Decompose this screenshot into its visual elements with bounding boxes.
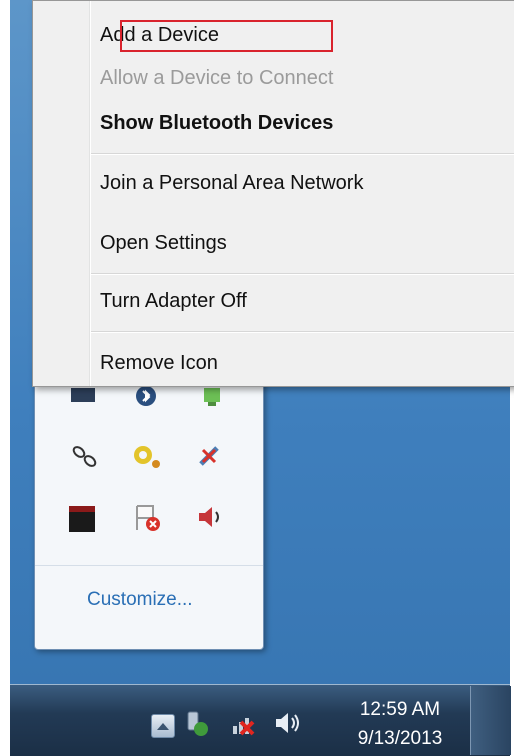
menu-item-open-settings[interactable]: Open Settings — [100, 227, 227, 259]
bluetooth-icon[interactable] — [133, 384, 159, 412]
tray-divider — [35, 565, 263, 566]
menu-separator — [91, 153, 514, 155]
taskbar-clock[interactable]: 12:59 AM 9/13/2013 — [340, 695, 460, 753]
chain-link-icon[interactable] — [69, 442, 101, 476]
customize-link[interactable]: Customize... — [87, 589, 193, 611]
bluetooth-context-menu: Add a Device Allow a Device to Connect S… — [32, 0, 514, 387]
menu-separator — [91, 273, 514, 275]
show-hidden-icons-button[interactable] — [151, 714, 175, 738]
menu-item-join-pan[interactable]: Join a Personal Area Network — [100, 167, 363, 199]
network-error-icon[interactable] — [229, 710, 257, 742]
network-disconnected-icon[interactable] — [195, 442, 227, 476]
monitor-icon[interactable] — [69, 386, 99, 410]
speaker-icon[interactable] — [195, 502, 227, 536]
volume-icon[interactable] — [273, 709, 303, 741]
bluetooth-tray-icon[interactable] — [185, 710, 211, 742]
black-app-icon[interactable] — [67, 504, 99, 538]
menu-item-show-bluetooth-devices[interactable]: Show Bluetooth Devices — [100, 107, 333, 139]
menu-separator — [91, 331, 514, 333]
clock-time: 12:59 AM — [359, 699, 441, 720]
menu-item-remove-icon[interactable]: Remove Icon — [100, 347, 218, 379]
action-center-flag-icon[interactable] — [131, 502, 165, 538]
menu-item-turn-adapter-off[interactable]: Turn Adapter Off — [100, 285, 247, 317]
notification-overflow-panel: Customize... — [34, 363, 264, 650]
highlight-box — [120, 20, 333, 52]
chevron-up-icon — [157, 722, 169, 730]
clock-date: 9/13/2013 — [357, 728, 443, 749]
network-status-icon[interactable] — [198, 384, 228, 412]
menu-item-allow-device-connect[interactable]: Allow a Device to Connect — [100, 62, 333, 94]
show-desktop-button[interactable] — [470, 686, 511, 755]
gear-utility-icon[interactable] — [130, 442, 164, 476]
menu-icon-gutter — [89, 1, 91, 386]
